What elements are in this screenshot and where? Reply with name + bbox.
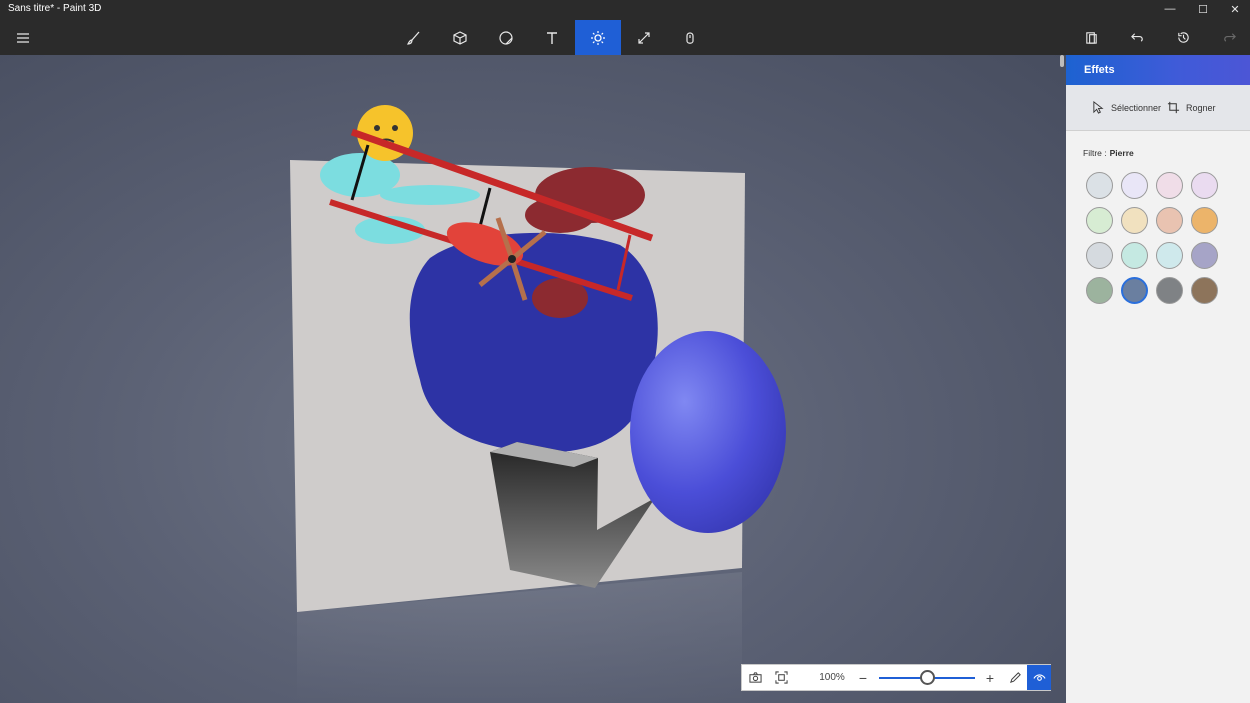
redo-button[interactable] bbox=[1206, 20, 1250, 55]
crop-label: Rogner bbox=[1186, 102, 1216, 113]
filter-swatch[interactable] bbox=[1156, 172, 1183, 199]
undo-button[interactable] bbox=[1114, 20, 1160, 55]
main-toolbar bbox=[0, 18, 1250, 55]
crop-button[interactable]: Rogner bbox=[1167, 101, 1216, 114]
history-icon bbox=[1177, 32, 1189, 43]
filter-swatch[interactable] bbox=[1086, 172, 1113, 199]
effects-icon bbox=[591, 30, 605, 45]
clipboard-icon bbox=[1085, 32, 1097, 44]
effects-tool-button[interactable] bbox=[575, 20, 621, 55]
fit-screen-icon bbox=[774, 671, 788, 684]
canvas-viewport[interactable] bbox=[0, 55, 1066, 703]
crop-icon bbox=[1167, 101, 1180, 114]
filter-swatch[interactable] bbox=[1156, 207, 1183, 234]
filter-swatch[interactable] bbox=[1191, 207, 1218, 234]
zoom-slider-thumb[interactable] bbox=[919, 670, 935, 685]
zoom-out-button[interactable]: − bbox=[852, 665, 874, 690]
filter-swatch[interactable] bbox=[1191, 172, 1218, 199]
filter-swatch[interactable] bbox=[1086, 242, 1113, 269]
redo-icon bbox=[1223, 33, 1236, 42]
pencil-icon bbox=[1009, 672, 1021, 683]
view-3d-button[interactable] bbox=[1027, 665, 1051, 690]
history-button[interactable] bbox=[1160, 20, 1206, 55]
remix3d-tool-button[interactable] bbox=[667, 20, 713, 55]
panel-actions: Sélectionner Rogner bbox=[1066, 85, 1250, 131]
zoom-in-button[interactable]: + bbox=[979, 665, 1001, 690]
undo-icon bbox=[1130, 33, 1143, 42]
window-title: Sans titre* - Paint 3D bbox=[8, 3, 102, 14]
zoom-value: 100% bbox=[819, 672, 845, 683]
draw-mode-button[interactable] bbox=[1003, 665, 1027, 690]
filter-swatch[interactable] bbox=[1156, 242, 1183, 269]
filter-swatch[interactable] bbox=[1121, 277, 1148, 304]
eye-icon bbox=[1032, 674, 1046, 681]
hamburger-icon bbox=[17, 32, 29, 43]
select-button[interactable]: Sélectionner bbox=[1092, 101, 1161, 114]
maximize-button[interactable]: ☐ bbox=[1187, 0, 1219, 18]
canvas-tool-button[interactable] bbox=[621, 20, 667, 55]
panel-title: Effets bbox=[1066, 55, 1250, 85]
camera-icon bbox=[748, 672, 762, 683]
paste-button[interactable] bbox=[1068, 20, 1114, 55]
filter-swatch[interactable] bbox=[1191, 277, 1218, 304]
filter-swatch[interactable] bbox=[1156, 277, 1183, 304]
fit-to-screen-button[interactable] bbox=[768, 665, 794, 690]
filter-swatch[interactable] bbox=[1121, 172, 1148, 199]
remix3d-icon bbox=[686, 31, 694, 44]
minimize-button[interactable]: — bbox=[1154, 0, 1186, 18]
3d-sphere[interactable] bbox=[630, 331, 786, 533]
3d-scene[interactable] bbox=[0, 55, 1066, 703]
filter-swatch[interactable] bbox=[1086, 207, 1113, 234]
close-button[interactable]: ✕ bbox=[1219, 0, 1250, 18]
filter-swatch[interactable] bbox=[1121, 207, 1148, 234]
title-bar: Sans titre* - Paint 3D — ☐ ✕ bbox=[0, 0, 1250, 18]
screenshot-button[interactable] bbox=[742, 665, 768, 690]
menu-button[interactable] bbox=[0, 20, 46, 55]
filter-value: Pierre bbox=[1109, 148, 1134, 158]
stickers-tool-button[interactable] bbox=[483, 20, 529, 55]
zoom-bar: 100% − + bbox=[741, 664, 1051, 691]
3d-shapes-tool-button[interactable] bbox=[437, 20, 483, 55]
canvas-icon bbox=[638, 31, 650, 44]
stickers-icon bbox=[499, 30, 513, 45]
filter-swatch[interactable] bbox=[1121, 242, 1148, 269]
text-icon bbox=[547, 31, 557, 44]
3d-shapes-icon bbox=[453, 30, 467, 45]
filter-swatch[interactable] bbox=[1086, 277, 1113, 304]
brushes-icon bbox=[407, 31, 420, 45]
filter-label: Filtre : Pierre bbox=[1083, 148, 1134, 158]
text-tool-button[interactable] bbox=[529, 20, 575, 55]
filter-caption: Filtre : bbox=[1083, 148, 1107, 158]
filter-swatch[interactable] bbox=[1191, 242, 1218, 269]
select-label: Sélectionner bbox=[1111, 102, 1162, 113]
brushes-tool-button[interactable] bbox=[391, 20, 437, 55]
cursor-icon bbox=[1093, 101, 1104, 114]
effects-panel: Effets Sélectionner Rogner Filtre : Pierr… bbox=[1066, 55, 1250, 703]
